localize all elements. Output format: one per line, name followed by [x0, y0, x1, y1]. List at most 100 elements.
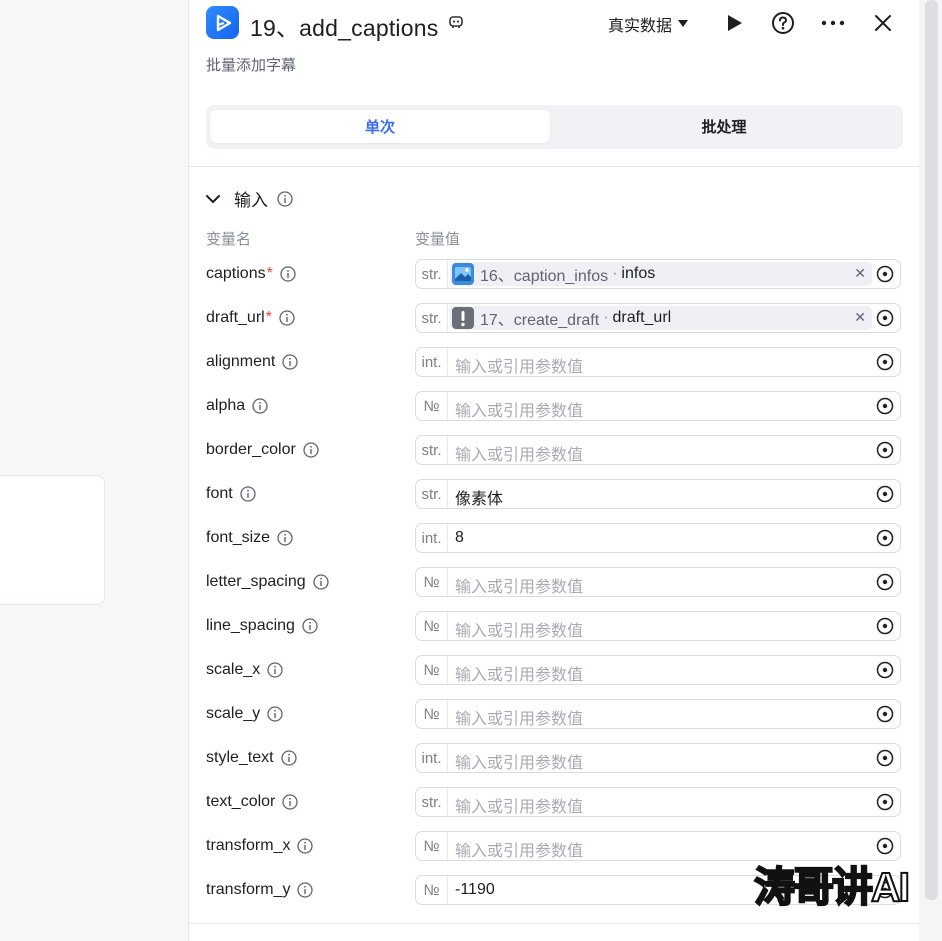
close-icon[interactable]: [870, 10, 896, 36]
param-input[interactable]: № 输入或引用参数值: [415, 567, 901, 597]
info-icon[interactable]: [297, 882, 314, 898]
type-badge: str.: [416, 260, 448, 288]
type-badge: №: [416, 700, 448, 728]
input-section-title: 输入: [234, 191, 268, 210]
reference-tag[interactable]: 16、caption_infos · infos ✕: [450, 262, 872, 286]
param-input[interactable]: № 输入或引用参数值: [415, 699, 901, 729]
reference-target-icon[interactable]: [876, 309, 894, 327]
reference-target-icon[interactable]: [876, 529, 894, 547]
param-placeholder[interactable]: 输入或引用参数值: [455, 661, 583, 685]
clear-icon[interactable]: ✕: [854, 265, 866, 282]
param-name: border_color: [206, 441, 296, 458]
param-placeholder[interactable]: 输入或引用参数值: [455, 441, 583, 465]
info-icon[interactable]: [297, 838, 314, 854]
column-header-name: 变量名: [206, 231, 252, 248]
reference-target-icon[interactable]: [876, 441, 894, 459]
param-row-alpha: alpha № 输入或引用参数值: [189, 391, 920, 423]
watermark-text: 涛哥讲AI: [753, 863, 911, 911]
help-icon[interactable]: [770, 10, 796, 36]
param-row-scale-y: scale_y № 输入或引用参数值: [189, 699, 920, 731]
tab-single[interactable]: 单次: [210, 110, 550, 143]
reference-target-icon[interactable]: [876, 485, 894, 503]
param-row-scale-x: scale_x № 输入或引用参数值: [189, 655, 920, 687]
info-icon[interactable]: [267, 662, 283, 678]
param-placeholder[interactable]: 输入或引用参数值: [455, 837, 583, 861]
param-input[interactable]: № 输入或引用参数值: [415, 611, 901, 641]
param-input[interactable]: № 输入或引用参数值: [415, 391, 901, 421]
canvas-node-card[interactable]: [0, 475, 105, 605]
reference-target-icon[interactable]: [876, 793, 894, 811]
param-input[interactable]: int. 输入或引用参数值: [415, 743, 901, 773]
reference-target-icon[interactable]: [876, 617, 894, 635]
param-row-line-spacing: line_spacing № 输入或引用参数值: [189, 611, 920, 643]
tab-batch[interactable]: 批处理: [554, 110, 894, 143]
reference-target-icon[interactable]: [876, 661, 894, 679]
param-placeholder[interactable]: 输入或引用参数值: [455, 705, 583, 729]
param-placeholder[interactable]: 输入或引用参数值: [455, 573, 583, 597]
type-badge: str.: [416, 788, 448, 816]
param-input[interactable]: № 输入或引用参数值: [415, 655, 901, 685]
param-row-font: font str. 像素体: [189, 479, 920, 511]
type-badge: №: [416, 656, 448, 684]
input-section-header[interactable]: 输入: [206, 186, 293, 211]
info-icon[interactable]: [282, 354, 299, 370]
param-value[interactable]: 像素体: [455, 485, 503, 509]
param-label: transform_x: [206, 837, 314, 855]
param-name: font: [206, 485, 233, 502]
run-icon[interactable]: [722, 10, 748, 36]
param-input[interactable]: str. 像素体: [415, 479, 901, 509]
param-name: alpha: [206, 397, 246, 414]
reference-target-icon[interactable]: [876, 353, 894, 371]
info-icon[interactable]: [279, 310, 295, 326]
param-input[interactable]: int. 8: [415, 523, 901, 553]
info-icon[interactable]: [277, 190, 293, 207]
reference-target-icon[interactable]: [876, 705, 894, 723]
info-icon[interactable]: [240, 486, 256, 502]
required-marker: *: [265, 309, 272, 326]
param-value[interactable]: 8: [455, 529, 464, 547]
reference-target-icon[interactable]: [876, 749, 894, 767]
info-icon[interactable]: [303, 442, 319, 458]
param-placeholder[interactable]: 输入或引用参数值: [455, 397, 583, 421]
info-icon[interactable]: [312, 574, 329, 590]
node-title[interactable]: 19、add_captions: [250, 9, 438, 43]
copy-icon[interactable]: [448, 14, 464, 30]
ref-separator: ·: [603, 309, 609, 326]
panel-header: 19、add_captions 真实数据 批量添加字幕: [189, 0, 920, 90]
param-input[interactable]: int. 输入或引用参数值: [415, 347, 901, 377]
param-label: font: [206, 485, 256, 503]
param-placeholder[interactable]: 输入或引用参数值: [455, 793, 583, 817]
more-icon[interactable]: [820, 10, 846, 36]
param-input[interactable]: str. 输入或引用参数值: [415, 787, 901, 817]
param-label: alignment: [206, 353, 299, 371]
param-input[interactable]: str. 输入或引用参数值: [415, 435, 901, 465]
param-placeholder[interactable]: 输入或引用参数值: [455, 353, 583, 377]
caret-down-icon: [678, 20, 689, 27]
info-icon[interactable]: [280, 750, 297, 766]
param-value[interactable]: -1190: [455, 881, 495, 899]
param-input[interactable]: str. 17、create_draft · draft_url ✕: [415, 303, 901, 333]
reference-target-icon[interactable]: [876, 573, 894, 591]
info-icon[interactable]: [302, 618, 318, 634]
param-label: draft_url *: [206, 309, 295, 327]
type-badge: №: [416, 612, 448, 640]
type-badge: str.: [416, 480, 448, 508]
param-placeholder[interactable]: 输入或引用参数值: [455, 749, 583, 773]
info-icon[interactable]: [277, 530, 293, 546]
chevron-down-icon[interactable]: [206, 194, 220, 204]
info-icon[interactable]: [282, 794, 299, 810]
param-placeholder[interactable]: 输入或引用参数值: [455, 617, 583, 641]
scrollbar-thumb[interactable]: [925, 0, 938, 900]
info-icon[interactable]: [252, 398, 268, 414]
param-name: alignment: [206, 353, 276, 370]
required-marker: *: [266, 265, 273, 282]
clear-icon[interactable]: ✕: [854, 309, 866, 326]
param-input[interactable]: str. 16、caption_infos · infos ✕: [415, 259, 901, 289]
param-name: scale_x: [206, 661, 261, 678]
reference-target-icon[interactable]: [876, 397, 894, 415]
info-icon[interactable]: [280, 266, 296, 282]
reference-tag[interactable]: 17、create_draft · draft_url ✕: [450, 306, 872, 330]
info-icon[interactable]: [267, 706, 283, 722]
reference-target-icon[interactable]: [876, 265, 894, 283]
data-mode-select[interactable]: 真实数据: [608, 12, 689, 36]
